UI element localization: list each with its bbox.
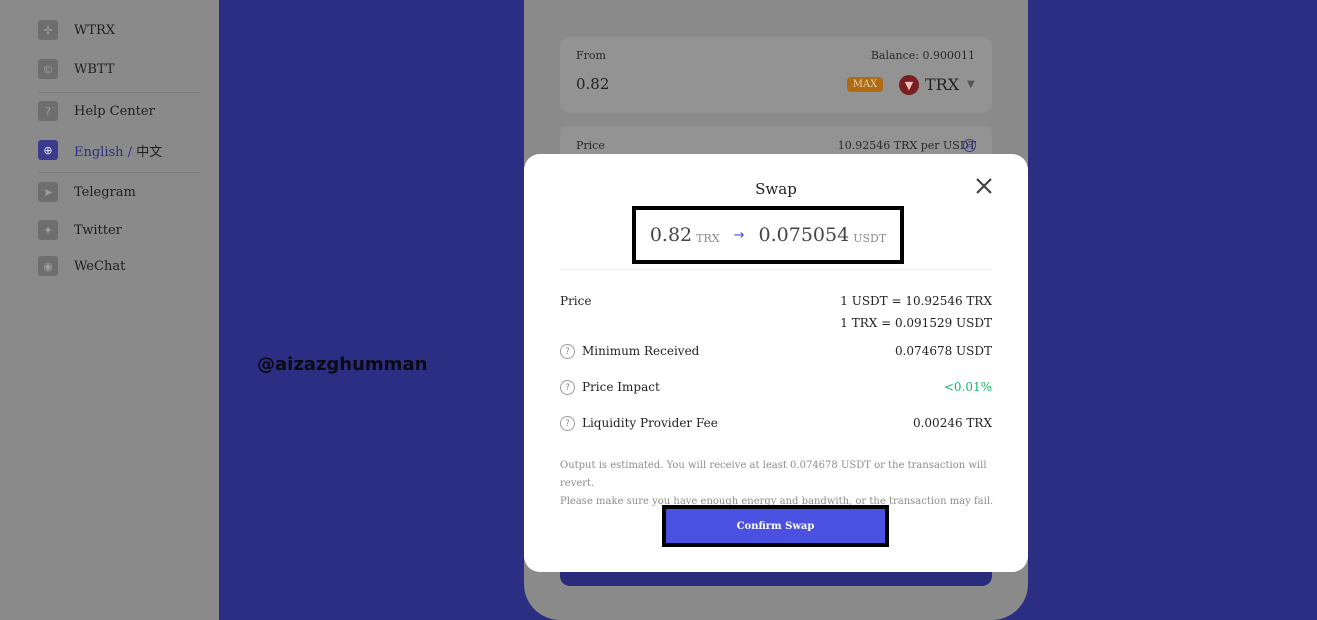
note-line: Output is estimated. You will receive at…	[560, 460, 987, 489]
language-english[interactable]: English	[74, 145, 124, 160]
twitter-icon: ✦	[38, 220, 58, 240]
sidebar-item-wbtt[interactable]: © WBTT	[38, 59, 115, 79]
sidebar-item-telegram[interactable]: ➤ Telegram	[38, 182, 136, 202]
from-amount-input[interactable]: 0.82	[576, 75, 609, 93]
tree-icon: ✢	[38, 20, 58, 40]
balance-text: Balance: 0.900011	[870, 49, 975, 62]
to-unit: USDT	[853, 231, 887, 245]
arrow-right-icon: →	[733, 227, 745, 243]
watermark-text: @aizazghumman	[257, 354, 428, 375]
confirm-swap-button[interactable]: Confirm Swap	[666, 509, 885, 543]
question-icon[interactable]: ?	[560, 344, 575, 359]
from-label: From	[576, 49, 606, 62]
sidebar-item-label: WeChat	[74, 258, 126, 274]
estimate-note: Output is estimated. You will receive at…	[560, 457, 1000, 511]
chevron-down-icon[interactable]: ▼	[967, 79, 975, 90]
price-label: Price	[576, 139, 605, 152]
price-value: 10.92546 TRX per USDT	[837, 139, 976, 152]
swap-confirm-modal: Swap 0.82 TRX → 0.075054 USDT Price 1 US…	[524, 154, 1028, 572]
sidebar-item-label: Telegram	[74, 184, 136, 200]
minimum-received-label: Minimum Received	[582, 344, 700, 358]
sidebar-divider	[38, 92, 200, 93]
sidebar-item-wtrx[interactable]: ✢ WTRX	[38, 20, 115, 40]
language-switch: English / 中文	[74, 141, 162, 160]
globe-icon: ⊕	[38, 140, 58, 160]
swap-amount-summary: 0.82 TRX → 0.075054 USDT	[632, 206, 904, 264]
price-line-2: 1 TRX = 0.091529 USDT	[840, 316, 992, 330]
sidebar-item-language[interactable]: ⊕ English / 中文	[38, 140, 162, 160]
sidebar-item-label: WBTT	[74, 61, 115, 77]
minimum-received-value: 0.074678 USDT	[894, 344, 992, 358]
trx-token-icon: ▼	[899, 75, 919, 95]
sidebar-item-label: Twitter	[74, 222, 122, 238]
price-impact-label: Price Impact	[582, 380, 660, 394]
sidebar-item-label: WTRX	[74, 22, 116, 38]
language-separator: /	[123, 144, 137, 160]
sidebar-item-wechat[interactable]: ◉ WeChat	[38, 256, 125, 276]
liquidity-provider-fee-label: Liquidity Provider Fee	[582, 416, 718, 430]
from-amount: 0.82	[649, 224, 693, 246]
language-chinese[interactable]: 中文	[136, 145, 162, 160]
sidebar-divider	[38, 172, 200, 173]
close-icon[interactable]	[974, 176, 994, 196]
confirm-swap-highlight: Confirm Swap	[662, 505, 889, 547]
wechat-icon: ◉	[38, 256, 58, 276]
sidebar: ✢ WTRX © WBTT ? Help Center ⊕ English / …	[0, 0, 219, 620]
sidebar-item-help-center[interactable]: ? Help Center	[38, 101, 155, 121]
help-icon: ?	[38, 101, 58, 121]
price-label: Price	[560, 294, 592, 308]
telegram-icon: ➤	[38, 182, 58, 202]
price-line-1: 1 USDT = 10.92546 TRX	[840, 294, 992, 308]
token-selector[interactable]: TRX	[925, 75, 959, 94]
from-unit: TRX	[696, 231, 720, 245]
to-amount: 0.075054	[758, 224, 850, 246]
question-icon[interactable]: ?	[560, 416, 575, 431]
question-icon[interactable]: ?	[560, 380, 575, 395]
coin-icon: ©	[38, 59, 58, 79]
sidebar-item-label: Help Center	[74, 103, 155, 119]
swap-rate-icon[interactable]: ⇄	[963, 139, 976, 152]
modal-title: Swap	[755, 180, 797, 198]
sidebar-item-twitter[interactable]: ✦ Twitter	[38, 220, 122, 240]
max-button[interactable]: MAX	[847, 77, 883, 92]
price-impact-value: <0.01%	[943, 380, 992, 394]
liquidity-provider-fee-value: 0.00246 TRX	[912, 416, 992, 430]
divider	[560, 269, 992, 270]
